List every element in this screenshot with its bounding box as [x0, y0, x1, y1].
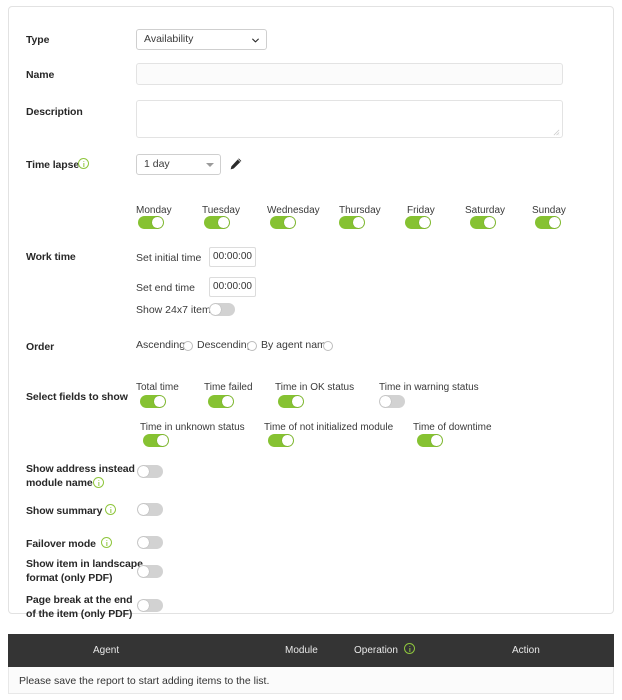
- description-label: Description: [26, 106, 83, 118]
- show-address-label-line2: module name: [26, 477, 93, 489]
- type-select-value: Availability: [144, 33, 194, 45]
- field-toggle-time-in-ok-status[interactable]: [278, 395, 304, 408]
- show-summary-info-icon[interactable]: [105, 504, 116, 515]
- field-toggle-time-in-warning-status[interactable]: [379, 395, 405, 408]
- failover-mode-info-icon[interactable]: [101, 537, 112, 548]
- page-break-toggle[interactable]: [137, 599, 163, 612]
- order-option-ascending-label: Ascending: [136, 339, 186, 351]
- initial-time-label: Set initial time: [136, 252, 202, 264]
- initial-time-input[interactable]: 00:00:00: [209, 247, 256, 267]
- time-lapse-value: 1 day: [144, 158, 170, 170]
- show-24x7-toggle[interactable]: [209, 303, 235, 316]
- day-label-thursday: Thursday: [339, 205, 381, 216]
- landscape-format-label-line1: Show item in landscape: [26, 558, 143, 570]
- name-input[interactable]: [136, 63, 563, 85]
- field-toggle-time-of-not-initialized-module[interactable]: [268, 434, 294, 447]
- day-label-monday: Monday: [136, 205, 172, 216]
- empty-state-message: Please save the report to start adding i…: [19, 675, 270, 687]
- field-label-total-time: Total time: [136, 382, 179, 393]
- items-table-header: Agent Module Operation Action: [8, 634, 614, 667]
- day-toggle-sunday[interactable]: [535, 216, 561, 229]
- pencil-icon[interactable]: [229, 157, 243, 171]
- end-time-label: Set end time: [136, 282, 195, 294]
- order-radio-by-agent-name[interactable]: [323, 341, 333, 351]
- day-label-friday: Friday: [407, 205, 435, 216]
- field-label-time-of-downtime: Time of downtime: [413, 422, 492, 433]
- time-lapse-label: Time lapse: [26, 159, 80, 171]
- show-address-info-icon[interactable]: [93, 477, 104, 488]
- failover-mode-label: Failover mode: [26, 538, 96, 550]
- time-lapse-select[interactable]: 1 day: [136, 154, 221, 175]
- day-label-wednesday: Wednesday: [267, 205, 320, 216]
- time-lapse-info-icon[interactable]: [78, 158, 89, 169]
- show-address-label-line1: Show address instead: [26, 463, 135, 475]
- field-toggle-time-of-downtime[interactable]: [417, 434, 443, 447]
- chevron-down-icon: [206, 163, 214, 167]
- day-label-sunday: Sunday: [532, 205, 566, 216]
- order-option-by-agent-name-label: By agent name: [261, 339, 332, 351]
- end-time-input[interactable]: 00:00:00: [209, 277, 256, 297]
- field-label-time-of-not-initialized-module: Time of not initialized module: [264, 422, 394, 433]
- field-label-time-in-unknown-status: Time in unknown status: [140, 422, 245, 433]
- day-toggle-friday[interactable]: [405, 216, 431, 229]
- operation-info-icon[interactable]: [404, 643, 415, 654]
- page-break-label-line2: of the item (only PDF): [26, 608, 133, 620]
- column-header-module[interactable]: Module: [285, 645, 318, 656]
- items-table-body: Please save the report to start adding i…: [8, 667, 614, 694]
- chevron-down-icon: [252, 38, 259, 43]
- report-item-editor: Type Availability Name Description Time …: [0, 0, 622, 700]
- day-toggle-monday[interactable]: [138, 216, 164, 229]
- day-toggle-saturday[interactable]: [470, 216, 496, 229]
- day-toggle-tuesday[interactable]: [204, 216, 230, 229]
- failover-mode-toggle[interactable]: [137, 536, 163, 549]
- column-header-operation[interactable]: Operation: [354, 645, 398, 656]
- field-label-time-failed: Time failed: [204, 382, 253, 393]
- field-toggle-total-time[interactable]: [140, 395, 166, 408]
- form-card: Type Availability Name Description Time …: [8, 6, 614, 620]
- landscape-format-label-line2: format (only PDF): [26, 572, 113, 584]
- order-label: Order: [26, 341, 55, 353]
- day-label-tuesday: Tuesday: [202, 205, 240, 216]
- type-select[interactable]: Availability: [136, 29, 267, 50]
- field-label-time-in-warning-status: Time in warning status: [379, 382, 479, 393]
- description-textarea[interactable]: [136, 100, 563, 138]
- day-toggle-thursday[interactable]: [339, 216, 365, 229]
- day-toggle-wednesday[interactable]: [270, 216, 296, 229]
- field-toggle-time-failed[interactable]: [208, 395, 234, 408]
- resize-grip-icon: [553, 129, 560, 136]
- order-radio-ascending[interactable]: [183, 341, 193, 351]
- field-toggle-time-in-unknown-status[interactable]: [143, 434, 169, 447]
- name-label: Name: [26, 69, 55, 81]
- column-header-action[interactable]: Action: [512, 645, 540, 656]
- order-option-descending-label: Descending: [197, 339, 253, 351]
- page-break-label-line1: Page break at the end: [26, 594, 133, 606]
- day-label-saturday: Saturday: [465, 205, 506, 216]
- work-time-label: Work time: [26, 251, 76, 263]
- landscape-format-toggle[interactable]: [137, 565, 163, 578]
- show-summary-label: Show summary: [26, 505, 103, 517]
- show-address-toggle[interactable]: [137, 465, 163, 478]
- show-summary-toggle[interactable]: [137, 503, 163, 516]
- column-header-agent[interactable]: Agent: [93, 645, 119, 656]
- select-fields-label: Select fields to show: [26, 391, 128, 403]
- show-24x7-label: Show 24x7 item: [136, 304, 211, 316]
- field-label-time-in-ok-status: Time in OK status: [275, 382, 355, 393]
- type-label: Type: [26, 34, 50, 46]
- order-radio-descending[interactable]: [247, 341, 257, 351]
